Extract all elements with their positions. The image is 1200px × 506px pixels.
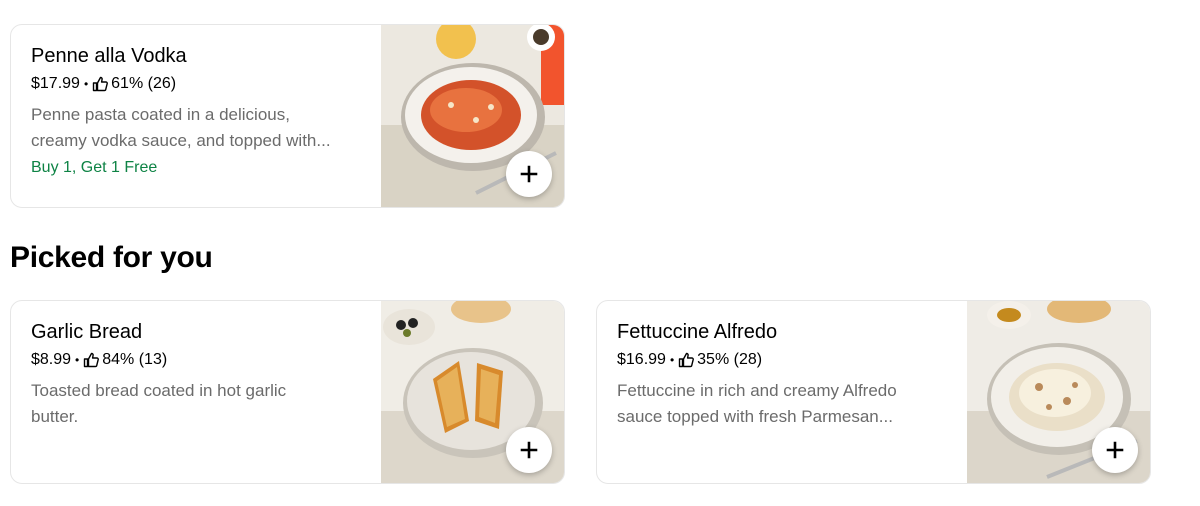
add-to-cart-button[interactable] [506,151,552,197]
plus-icon [520,165,538,183]
plus-icon [1106,441,1124,459]
item-rating: 61% (26) [111,75,177,92]
item-description: Penne pasta coated in a delicious, cream… [31,102,361,154]
item-price: $17.99 [31,75,80,92]
description-line: Toasted bread coated in hot garlic [31,381,287,400]
menu-item-card-garlic-bread[interactable]: Garlic Bread $8.99 • 84% (13) Toasted br… [10,300,565,484]
item-name: Fettuccine Alfredo [617,321,778,343]
item-price: $16.99 [617,351,666,368]
item-name: Penne alla Vodka [31,45,187,67]
separator-dot: • [75,353,80,367]
item-description: Fettuccine in rich and creamy Alfredo sa… [617,378,947,430]
description-line: Fettuccine in rich and creamy Alfredo [617,381,897,400]
item-price: $8.99 [31,351,72,368]
section-title: Picked for you [10,241,213,274]
item-info: Fettuccine Alfredo $16.99 • 35% (28) Fet… [617,319,947,430]
add-to-cart-button[interactable] [1092,427,1138,473]
thumbs-up-icon [83,352,99,368]
item-rating: 84% (13) [102,351,168,368]
description-line: creamy vodka sauce, and topped with... [31,131,331,150]
add-to-cart-button[interactable] [506,427,552,473]
plus-icon [520,441,538,459]
item-rating: 35% (28) [697,351,763,368]
separator-dot: • [83,77,89,91]
item-image-garlic-bread [381,301,564,483]
item-description: Toasted bread coated in hot garlic butte… [31,378,361,430]
item-meta: $8.99 • 84% (13) [31,349,361,371]
item-info: Penne alla Vodka $17.99 • 61% (26) Penne… [31,43,361,180]
description-line: Penne pasta coated in a delicious, [31,105,290,124]
item-info: Garlic Bread $8.99 • 84% (13) Toasted br… [31,319,361,430]
item-meta: $16.99 • 35% (28) [617,349,947,371]
description-line: butter. [31,407,79,426]
promo-label: Buy 1, Get 1 Free [31,159,158,176]
description-line: sauce topped with fresh Parmesan... [617,407,893,426]
separator-dot: • [669,353,675,367]
item-image-fettuccine [967,301,1150,483]
item-meta: $17.99 • 61% (26) [31,73,361,95]
menu-item-card-penne[interactable]: Penne alla Vodka $17.99 • 61% (26) Penne… [10,24,565,208]
thumbs-up-icon [678,352,694,368]
item-image-penne [381,25,564,207]
menu-item-card-fettuccine[interactable]: Fettuccine Alfredo $16.99 • 35% (28) Fet… [596,300,1151,484]
thumbs-up-icon [92,76,108,92]
item-name: Garlic Bread [31,321,143,343]
